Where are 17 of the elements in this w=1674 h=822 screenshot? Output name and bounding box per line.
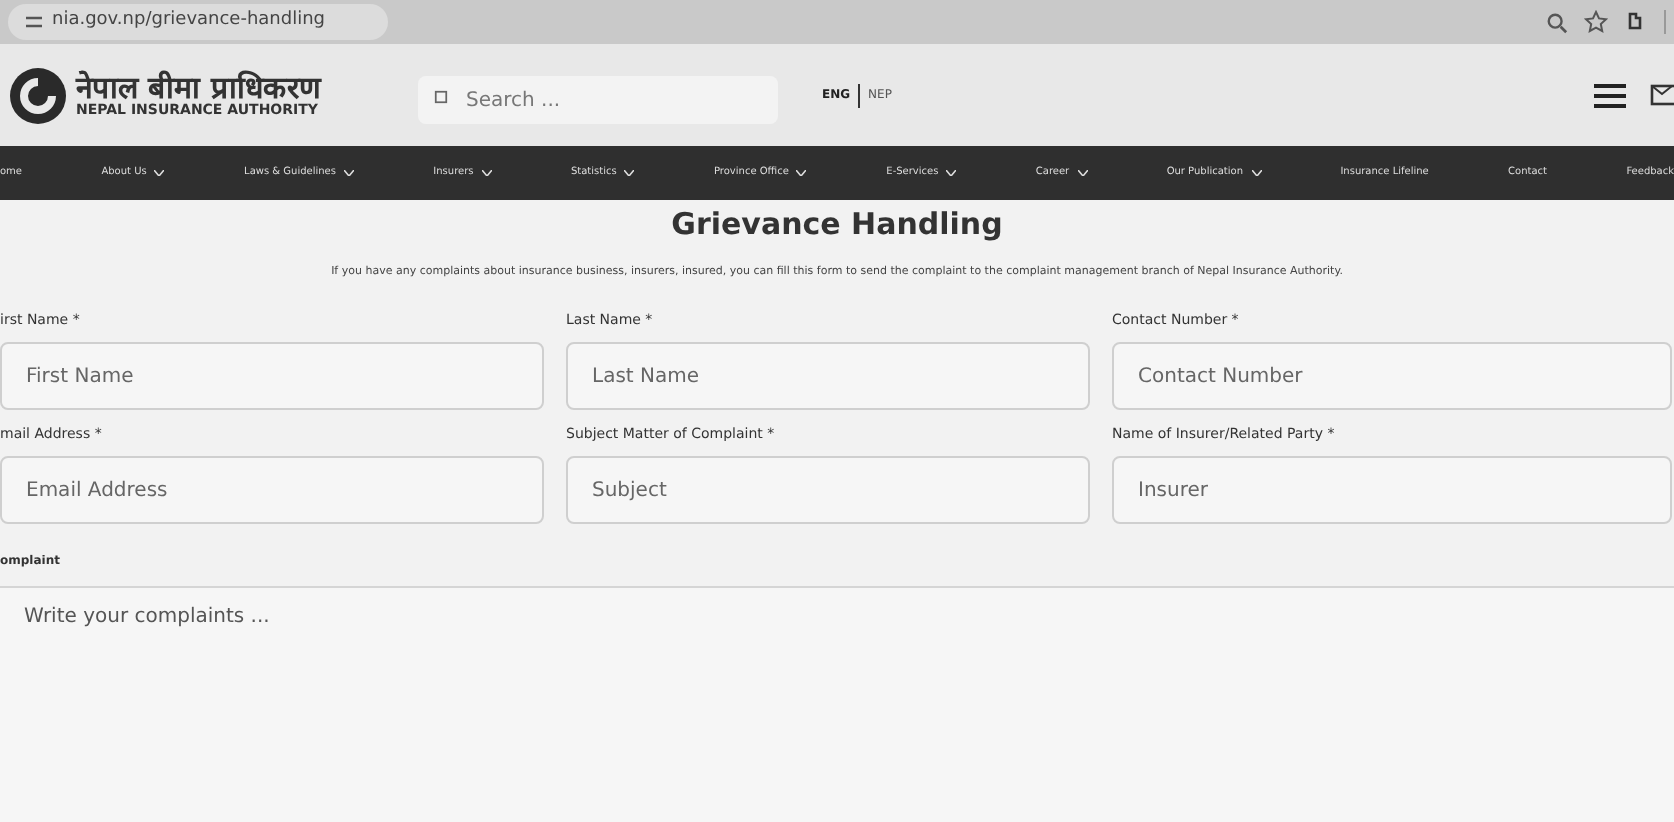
- logo-title: नेपाल बीमा प्राधिकरण: [76, 73, 321, 103]
- text-field[interactable]: Contact Number: [1112, 342, 1672, 411]
- address-bar[interactable]: nia.gov.np/grievance-handling: [8, 4, 388, 40]
- zoom-icon[interactable]: [1546, 11, 1568, 33]
- page-title: Grievance Handling: [671, 204, 1003, 244]
- search-field[interactable]: Search ...: [418, 76, 778, 124]
- complaint-field[interactable]: Write your complaints ...: [0, 586, 1674, 822]
- text-field[interactable]: Email Address: [0, 456, 544, 525]
- mail-icon[interactable]: [1650, 84, 1674, 106]
- text-field[interactable]: First Name: [0, 342, 544, 411]
- star-icon[interactable]: [1584, 10, 1608, 34]
- url-text: nia.gov.np/grievance-handling: [52, 8, 326, 35]
- text-field[interactable]: Last Name: [566, 342, 1090, 411]
- logo-icon[interactable]: [8, 65, 68, 125]
- menu-icon[interactable]: [1594, 83, 1626, 107]
- text-field[interactable]: Insurer: [1112, 456, 1672, 525]
- text-field[interactable]: Subject: [566, 456, 1090, 525]
